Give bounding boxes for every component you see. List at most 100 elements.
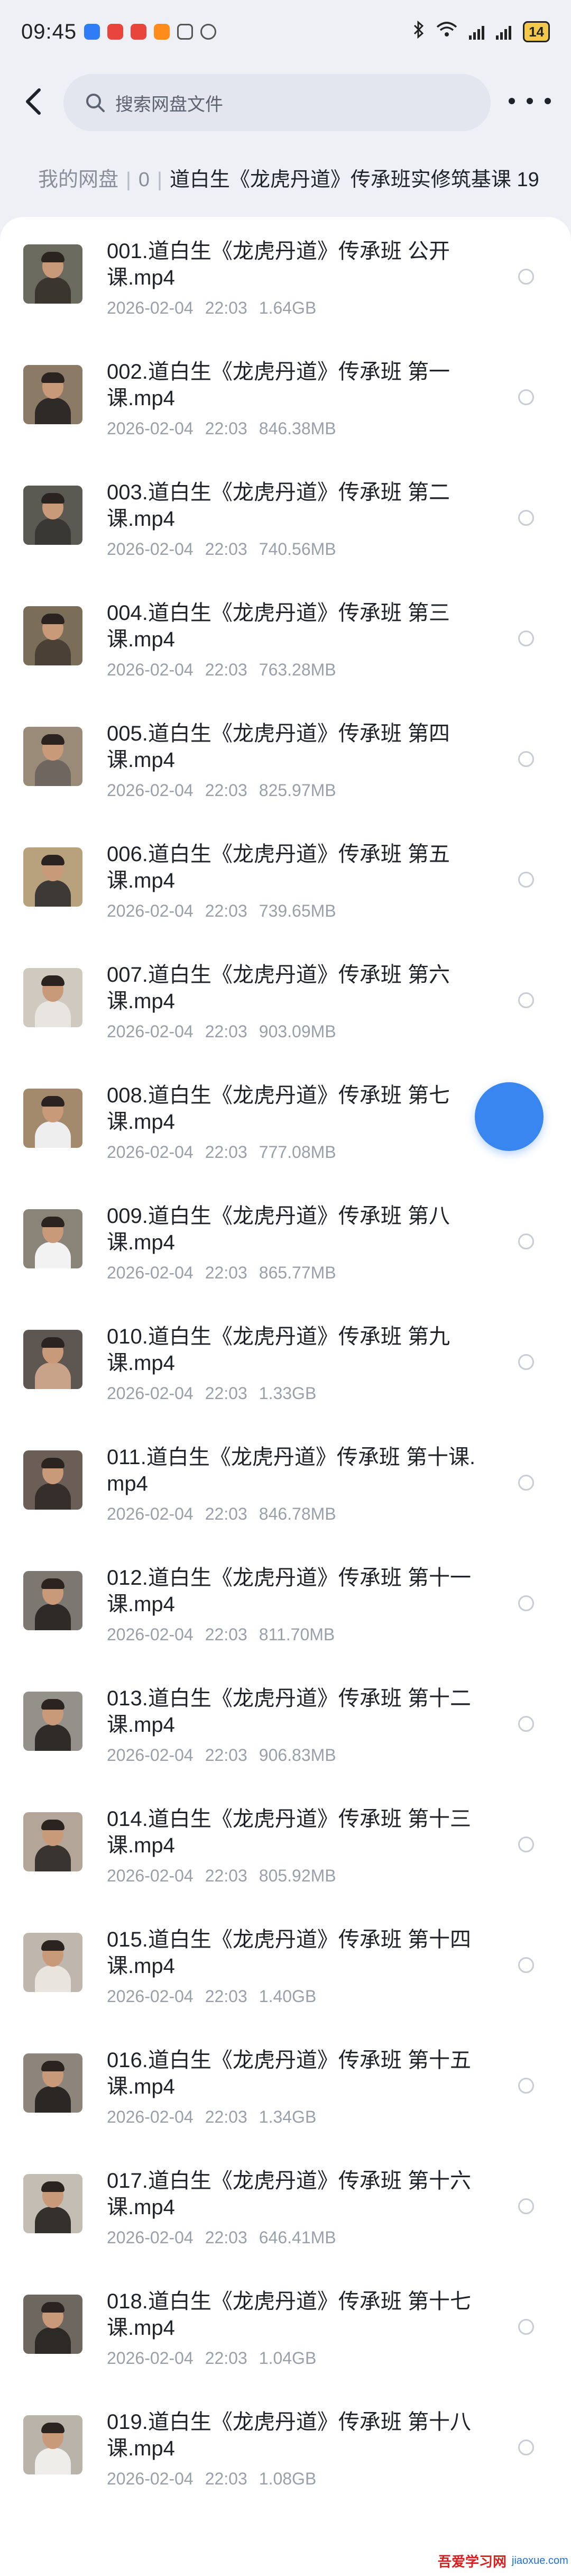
file-meta: 2026-02-04 22:03 646.41MB	[107, 2228, 336, 2248]
select-radio[interactable]	[518, 872, 534, 888]
file-date: 2026-02-04	[107, 1866, 194, 1885]
file-time: 22:03	[205, 1987, 247, 2006]
file-row[interactable]: 016.道白生《龙虎丹道》传承班 第十五课.mp4 2026-02-04 22:03…	[0, 2035, 571, 2156]
notification-app-icon	[84, 24, 100, 40]
file-time: 22:03	[205, 1263, 247, 1282]
select-radio[interactable]	[518, 2078, 534, 2094]
file-meta: 2026-02-04 22:03 846.38MB	[107, 419, 336, 439]
file-row[interactable]: 010.道白生《龙虎丹道》传承班 第九课.mp4 2026-02-04 22:03 1…	[0, 1312, 571, 1432]
file-name: 014.道白生《龙虎丹道》传承班 第十三课.mp4	[107, 1807, 471, 1857]
file-time: 22:03	[205, 1504, 247, 1523]
file-date: 2026-02-04	[107, 2228, 194, 2247]
file-meta: 2026-02-04 22:03 740.56MB	[107, 540, 336, 559]
select-radio[interactable]	[518, 1354, 534, 1370]
select-radio[interactable]	[518, 1234, 534, 1249]
file-time: 22:03	[205, 2349, 247, 2368]
file-date: 2026-02-04	[107, 1987, 194, 2006]
file-row[interactable]: 011.道白生《龙虎丹道》传承班 第十课.mp4 2026-02-04 22:03 8…	[0, 1432, 571, 1553]
file-size: 805.92MB	[259, 1866, 336, 1885]
more-options-button[interactable]	[509, 88, 551, 114]
file-name: 015.道白生《龙虎丹道》传承班 第十四课.mp4	[107, 1928, 471, 1978]
video-thumbnail	[23, 2174, 82, 2233]
file-size: 825.97MB	[259, 781, 336, 800]
floating-action-button[interactable]	[475, 1082, 544, 1151]
file-time: 22:03	[205, 2469, 247, 2488]
file-time: 22:03	[205, 660, 247, 679]
file-row[interactable]: 018.道白生《龙虎丹道》传承班 第十七课.mp4 2026-02-04 22:03…	[0, 2277, 571, 2397]
video-thumbnail	[23, 1692, 82, 1751]
video-thumbnail	[23, 2295, 82, 2354]
breadcrumb-current: 道白生《龙虎丹道》传承班实修筑基课 19	[169, 169, 539, 191]
video-thumbnail	[23, 2415, 82, 2474]
file-size: 1.34GB	[259, 2107, 317, 2126]
search-input[interactable]: 搜索网盘文件	[63, 74, 491, 131]
file-size: 846.78MB	[259, 1504, 336, 1523]
file-size: 865.77MB	[259, 1263, 336, 1282]
file-row[interactable]: 015.道白生《龙虎丹道》传承班 第十四课.mp4 2026-02-04 22:03…	[0, 1915, 571, 2035]
file-row[interactable]: 009.道白生《龙虎丹道》传承班 第八课.mp4 2026-02-04 22:03 8…	[0, 1191, 571, 1312]
select-radio[interactable]	[518, 2198, 534, 2214]
video-thumbnail	[23, 244, 82, 304]
select-radio[interactable]	[518, 1475, 534, 1491]
notification-app-icon	[154, 24, 170, 40]
file-size: 1.33GB	[259, 1384, 317, 1403]
file-meta: 2026-02-04 22:03 903.09MB	[107, 1022, 336, 1042]
video-thumbnail	[23, 1089, 82, 1148]
video-thumbnail	[23, 365, 82, 424]
breadcrumb-root[interactable]: 我的网盘	[38, 169, 118, 191]
video-thumbnail	[23, 1933, 82, 1992]
status-right: 14	[413, 20, 550, 43]
file-meta: 2026-02-04 22:03 1.33GB	[107, 1384, 316, 1403]
file-time: 22:03	[205, 419, 247, 438]
select-radio[interactable]	[518, 2440, 534, 2455]
file-meta: 2026-02-04 22:03 906.83MB	[107, 1746, 336, 1765]
file-row[interactable]: 017.道白生《龙虎丹道》传承班 第十六课.mp4 2026-02-04 22:03…	[0, 2156, 571, 2277]
file-meta: 2026-02-04 22:03 825.97MB	[107, 781, 336, 800]
select-radio[interactable]	[518, 992, 534, 1008]
file-row[interactable]: 013.道白生《龙虎丹道》传承班 第十二课.mp4 2026-02-04 22:03…	[0, 1674, 571, 1794]
file-meta: 2026-02-04 22:03 1.40GB	[107, 1987, 316, 2006]
select-radio[interactable]	[518, 1716, 534, 1732]
select-radio[interactable]	[518, 389, 534, 405]
file-date: 2026-02-04	[107, 540, 194, 559]
file-size: 1.04GB	[259, 2349, 317, 2368]
file-size: 1.64GB	[259, 298, 317, 317]
breadcrumb-level1[interactable]: 0	[139, 169, 150, 191]
select-radio[interactable]	[518, 1957, 534, 1973]
file-row[interactable]: 005.道白生《龙虎丹道》传承班 第四课.mp4 2026-02-04 22:03 8…	[0, 709, 571, 829]
file-meta: 2026-02-04 22:03 865.77MB	[107, 1263, 336, 1283]
video-thumbnail	[23, 968, 82, 1027]
file-row[interactable]: 002.道白生《龙虎丹道》传承班 第一课.mp4 2026-02-04 22:03 8…	[0, 347, 571, 468]
file-date: 2026-02-04	[107, 1263, 194, 1282]
back-button[interactable]	[19, 86, 51, 117]
file-row[interactable]: 003.道白生《龙虎丹道》传承班 第二课.mp4 2026-02-04 22:03 7…	[0, 468, 571, 588]
more-dot-icon	[509, 98, 515, 104]
file-row[interactable]: 014.道白生《龙虎丹道》传承班 第十三课.mp4 2026-02-04 22:03…	[0, 1794, 571, 1915]
file-time: 22:03	[205, 2228, 247, 2247]
file-time: 22:03	[205, 1143, 247, 1162]
file-row[interactable]: 019.道白生《龙虎丹道》传承班 第十八课.mp4 2026-02-04 22:03…	[0, 2397, 571, 2518]
file-name: 012.道白生《龙虎丹道》传承班 第十一课.mp4	[107, 1566, 471, 1616]
select-radio[interactable]	[518, 1595, 534, 1611]
watermark-text-cn: 吾爱学习网	[438, 2553, 507, 2570]
video-thumbnail	[23, 847, 82, 907]
file-meta: 2026-02-04 22:03 846.78MB	[107, 1504, 336, 1524]
file-row[interactable]: 006.道白生《龙虎丹道》传承班 第五课.mp4 2026-02-04 22:03 7…	[0, 829, 571, 950]
file-date: 2026-02-04	[107, 1504, 194, 1523]
file-row[interactable]: 001.道白生《龙虎丹道》传承班 公开课.mp4 2026-02-04 22:03 1…	[0, 226, 571, 347]
select-radio[interactable]	[518, 269, 534, 285]
file-row[interactable]: 012.道白生《龙虎丹道》传承班 第十一课.mp4 2026-02-04 22:03…	[0, 1553, 571, 1674]
file-name: 011.道白生《龙虎丹道》传承班 第十课.mp4	[107, 1446, 476, 1495]
file-meta: 2026-02-04 22:03 763.28MB	[107, 660, 336, 680]
select-radio[interactable]	[518, 751, 534, 767]
file-date: 2026-02-04	[107, 298, 194, 317]
select-radio[interactable]	[518, 510, 534, 526]
select-radio[interactable]	[518, 2319, 534, 2335]
file-row[interactable]: 007.道白生《龙虎丹道》传承班 第六课.mp4 2026-02-04 22:03 9…	[0, 950, 571, 1071]
select-radio[interactable]	[518, 1837, 534, 1852]
select-radio[interactable]	[518, 631, 534, 646]
file-size: 903.09MB	[259, 1022, 336, 1041]
chevron-left-icon	[26, 88, 41, 115]
file-row[interactable]: 004.道白生《龙虎丹道》传承班 第三课.mp4 2026-02-04 22:03 7…	[0, 588, 571, 709]
file-meta: 2026-02-04 22:03 1.08GB	[107, 2469, 316, 2489]
